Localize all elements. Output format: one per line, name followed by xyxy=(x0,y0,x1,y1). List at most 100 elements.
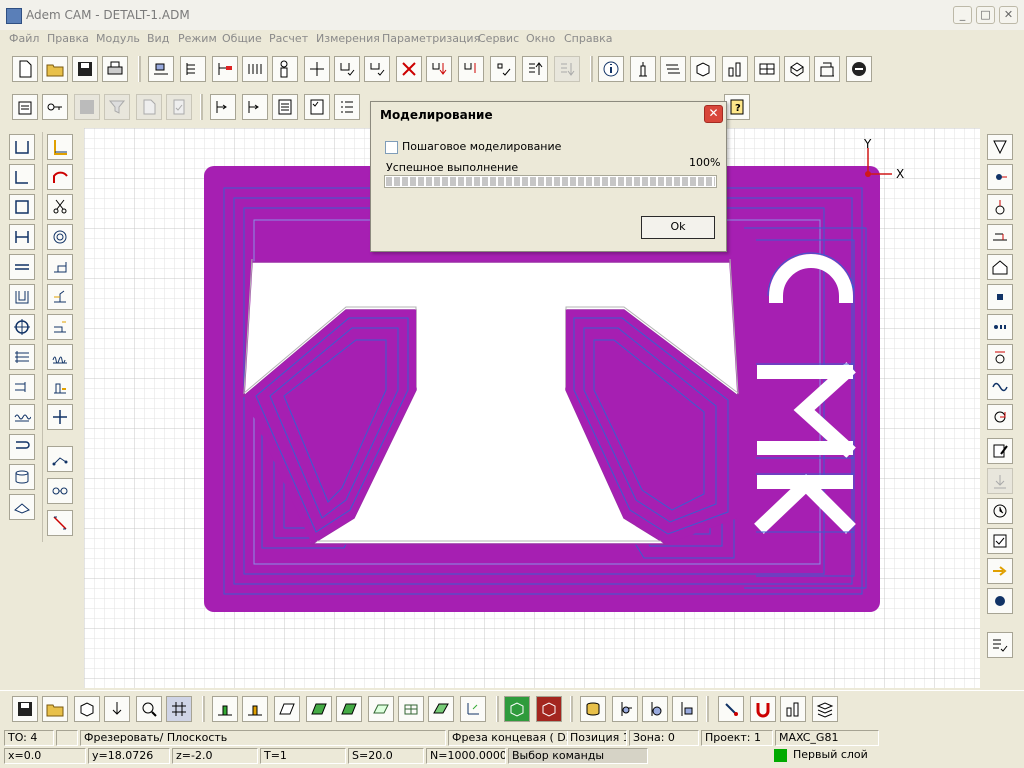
links-icon[interactable] xyxy=(47,478,73,504)
green-box-icon[interactable] xyxy=(504,696,530,722)
plane-icon[interactable] xyxy=(9,254,35,280)
chart-icon[interactable] xyxy=(722,56,748,82)
delete-icon[interactable] xyxy=(396,56,422,82)
rotate-icon[interactable] xyxy=(987,404,1013,430)
green-surface-icon[interactable] xyxy=(306,696,332,722)
list-check-icon[interactable] xyxy=(987,632,1013,658)
menu-file[interactable]: Файл xyxy=(9,32,39,45)
house-icon[interactable] xyxy=(987,254,1013,280)
operation-icon[interactable] xyxy=(148,56,174,82)
menu-window[interactable]: Окно xyxy=(526,32,555,45)
diagonal-icon[interactable] xyxy=(47,510,73,536)
box-icon[interactable] xyxy=(690,56,716,82)
group-icon[interactable] xyxy=(242,56,268,82)
profile-icon[interactable] xyxy=(9,434,35,460)
cylinder-icon[interactable] xyxy=(9,464,35,490)
contour-icon[interactable] xyxy=(47,134,73,160)
axis-icon[interactable] xyxy=(460,696,486,722)
pin-icon[interactable] xyxy=(718,696,744,722)
ok-button[interactable]: Ok xyxy=(641,216,715,239)
save-bottom-icon[interactable] xyxy=(12,696,38,722)
point-move-icon[interactable] xyxy=(987,164,1013,190)
list-icon[interactable] xyxy=(334,94,360,120)
frame-icon[interactable] xyxy=(398,696,424,722)
tool-b-icon[interactable] xyxy=(642,696,668,722)
plane-view-icon[interactable] xyxy=(368,696,394,722)
tool-a-icon[interactable] xyxy=(612,696,638,722)
transfer-icon[interactable] xyxy=(212,56,238,82)
close-button[interactable]: ✕ xyxy=(999,6,1018,24)
properties-icon[interactable] xyxy=(12,94,38,120)
cross-icon[interactable] xyxy=(47,404,73,430)
target-icon[interactable] xyxy=(47,224,73,250)
menu-help[interactable]: Справка xyxy=(564,32,612,45)
list-down-icon[interactable] xyxy=(554,56,580,82)
move-down-icon[interactable] xyxy=(104,696,130,722)
hatch-icon[interactable] xyxy=(9,344,35,370)
mill2-icon[interactable] xyxy=(242,696,268,722)
minimize-button[interactable]: _ xyxy=(953,6,972,24)
step-icon[interactable] xyxy=(9,164,35,190)
checkbox-icon[interactable] xyxy=(987,528,1013,554)
u-channel-icon[interactable] xyxy=(9,284,35,310)
menu-edit[interactable]: Правка xyxy=(47,32,89,45)
layers-icon[interactable] xyxy=(660,56,686,82)
edit-icon[interactable] xyxy=(987,438,1013,464)
open-bottom-icon[interactable] xyxy=(42,696,68,722)
save-icon[interactable] xyxy=(72,56,98,82)
scissors-icon[interactable] xyxy=(47,194,73,220)
grid-icon[interactable] xyxy=(754,56,780,82)
sine-icon[interactable] xyxy=(987,374,1013,400)
check-disabled-icon[interactable] xyxy=(166,94,192,120)
wave-icon[interactable] xyxy=(9,404,35,430)
doc-list-icon[interactable] xyxy=(272,94,298,120)
spindle-icon[interactable] xyxy=(987,194,1013,220)
menu-measure[interactable]: Измерения xyxy=(316,32,380,45)
step-simulation-checkbox[interactable] xyxy=(385,141,398,154)
forward-icon[interactable] xyxy=(987,558,1013,584)
wedge-icon[interactable] xyxy=(9,494,35,520)
open-folder-icon[interactable] xyxy=(42,56,68,82)
checklist-icon[interactable] xyxy=(304,94,330,120)
new-file-icon[interactable] xyxy=(12,56,38,82)
step-right2-icon[interactable] xyxy=(242,94,268,120)
menu-param[interactable]: Параметризация xyxy=(382,32,480,45)
red-box-icon[interactable] xyxy=(536,696,562,722)
drill-icon[interactable] xyxy=(9,374,35,400)
surface-icon[interactable] xyxy=(274,696,300,722)
path-icon[interactable] xyxy=(47,446,73,472)
minus-circle-icon[interactable] xyxy=(846,56,872,82)
magnet-icon[interactable] xyxy=(750,696,776,722)
help-icon[interactable]: ? xyxy=(724,94,750,120)
circle-dot-icon[interactable] xyxy=(987,588,1013,614)
green-surface2-icon[interactable] xyxy=(336,696,362,722)
step-right-icon[interactable] xyxy=(210,94,236,120)
cube-icon[interactable] xyxy=(784,56,810,82)
u-arrow-icon[interactable] xyxy=(426,56,452,82)
slot-icon[interactable] xyxy=(9,224,35,250)
list-up-icon[interactable] xyxy=(522,56,548,82)
dialog-close-button[interactable]: ✕ xyxy=(704,105,723,123)
grid-snap-icon[interactable] xyxy=(166,696,192,722)
menu-mode[interactable]: Режим xyxy=(178,32,217,45)
copy-down-icon[interactable] xyxy=(458,56,484,82)
tool-c-icon[interactable] xyxy=(672,696,698,722)
maximize-button[interactable]: □ xyxy=(976,6,995,24)
chart-bottom-icon[interactable] xyxy=(780,696,806,722)
menu-view[interactable]: Вид xyxy=(147,32,169,45)
save-disabled-icon[interactable] xyxy=(74,94,100,120)
filter-disabled-icon[interactable] xyxy=(104,94,130,120)
approach-icon[interactable] xyxy=(987,224,1013,250)
arc-icon[interactable] xyxy=(47,164,73,190)
cone-icon[interactable] xyxy=(987,134,1013,160)
corner-icon[interactable] xyxy=(47,254,73,280)
zoom-icon[interactable] xyxy=(136,696,162,722)
cylinder-bottom-icon[interactable] xyxy=(580,696,606,722)
square-icon[interactable] xyxy=(9,194,35,220)
mill-icon[interactable] xyxy=(212,696,238,722)
print-icon[interactable] xyxy=(102,56,128,82)
menu-general[interactable]: Общие xyxy=(222,32,262,45)
dot-icon[interactable] xyxy=(987,284,1013,310)
u-mark-icon[interactable] xyxy=(364,56,390,82)
dots-icon[interactable] xyxy=(987,314,1013,340)
